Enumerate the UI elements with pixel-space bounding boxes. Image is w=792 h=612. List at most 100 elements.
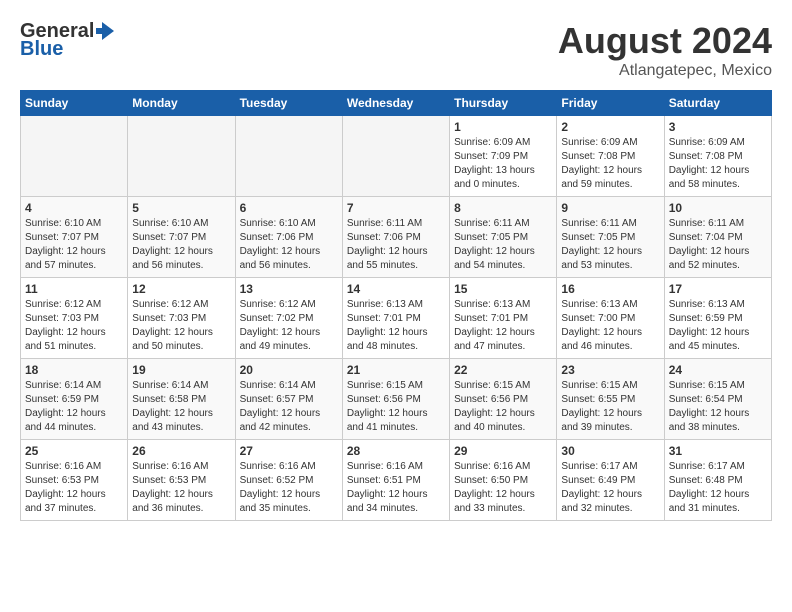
calendar-cell: 6 Sunrise: 6:10 AMSunset: 7:06 PMDaylight… [235,197,342,278]
day-number: 12 [132,282,230,296]
day-info: Sunrise: 6:15 AMSunset: 6:54 PMDaylight:… [669,379,767,435]
day-info: Sunrise: 6:16 AMSunset: 6:51 PMDaylight:… [347,460,445,516]
calendar-week-row: 4 Sunrise: 6:10 AMSunset: 7:07 PMDaylight… [21,197,772,278]
calendar-cell: 25 Sunrise: 6:16 AMSunset: 6:53 PMDayligh… [21,440,128,521]
day-number: 11 [25,282,123,296]
day-number: 31 [669,444,767,458]
day-info: Sunrise: 6:15 AMSunset: 6:56 PMDaylight:… [454,379,552,435]
calendar-cell: 31 Sunrise: 6:17 AMSunset: 6:48 PMDayligh… [664,440,771,521]
calendar-cell: 27 Sunrise: 6:16 AMSunset: 6:52 PMDayligh… [235,440,342,521]
day-number: 26 [132,444,230,458]
weekday-header: Tuesday [235,91,342,116]
calendar-cell: 7 Sunrise: 6:11 AMSunset: 7:06 PMDaylight… [342,197,449,278]
day-number: 25 [25,444,123,458]
calendar-cell: 9Sunrise: 6:11 AMSunset: 7:05 PMDaylight… [557,197,664,278]
day-info: Sunrise: 6:16 AMSunset: 6:53 PMDaylight:… [25,460,123,516]
day-number: 30 [561,444,659,458]
day-info: Sunrise: 6:16 AMSunset: 6:53 PMDaylight:… [132,460,230,516]
day-number: 16 [561,282,659,296]
weekday-header: Friday [557,91,664,116]
calendar-cell: 20Sunrise: 6:14 AMSunset: 6:57 PMDayligh… [235,359,342,440]
day-info: Sunrise: 6:16 AMSunset: 6:50 PMDaylight:… [454,460,552,516]
day-info: Sunrise: 6:10 AMSunset: 7:06 PMDaylight:… [240,217,338,273]
day-number: 7 [347,201,445,215]
day-number: 24 [669,363,767,377]
day-number: 6 [240,201,338,215]
calendar-cell: 11 Sunrise: 6:12 AMSunset: 7:03 PMDayligh… [21,278,128,359]
day-number: 27 [240,444,338,458]
day-info: Sunrise: 6:10 AMSunset: 7:07 PMDaylight:… [132,217,230,273]
day-info: Sunrise: 6:11 AMSunset: 7:04 PMDaylight:… [669,217,767,273]
calendar-cell [342,116,449,197]
day-info: Sunrise: 6:15 AMSunset: 6:56 PMDaylight:… [347,379,445,435]
calendar-cell: 4 Sunrise: 6:10 AMSunset: 7:07 PMDaylight… [21,197,128,278]
calendar-table: SundayMondayTuesdayWednesdayThursdayFrid… [20,90,772,521]
day-info: Sunrise: 6:11 AMSunset: 7:05 PMDaylight:… [454,217,552,273]
calendar-cell: 24 Sunrise: 6:15 AMSunset: 6:54 PMDayligh… [664,359,771,440]
day-number: 23 [561,363,659,377]
calendar-cell: 5 Sunrise: 6:10 AMSunset: 7:07 PMDaylight… [128,197,235,278]
calendar-cell [235,116,342,197]
weekday-header: Monday [128,91,235,116]
day-number: 28 [347,444,445,458]
day-number: 10 [669,201,767,215]
weekday-header: Saturday [664,91,771,116]
calendar-cell: 21 Sunrise: 6:15 AMSunset: 6:56 PMDayligh… [342,359,449,440]
calendar-week-row: 18 Sunrise: 6:14 AMSunset: 6:59 PMDayligh… [21,359,772,440]
day-number: 20 [240,363,338,377]
calendar-cell: 26 Sunrise: 6:16 AMSunset: 6:53 PMDayligh… [128,440,235,521]
calendar-cell: 8 Sunrise: 6:11 AMSunset: 7:05 PMDaylight… [450,197,557,278]
main-title: August 2024 [558,20,772,62]
day-info: Sunrise: 6:17 AMSunset: 6:48 PMDaylight:… [669,460,767,516]
calendar-cell: 19Sunrise: 6:14 AMSunset: 6:58 PMDayligh… [128,359,235,440]
day-info: Sunrise: 6:12 AMSunset: 7:03 PMDaylight:… [25,298,123,354]
calendar-cell: 15Sunrise: 6:13 AMSunset: 7:01 PMDayligh… [450,278,557,359]
day-number: 5 [132,201,230,215]
calendar-cell: 2 Sunrise: 6:09 AMSunset: 7:08 PMDaylight… [557,116,664,197]
day-number: 14 [347,282,445,296]
calendar-cell: 17Sunrise: 6:13 AMSunset: 6:59 PMDayligh… [664,278,771,359]
day-number: 9 [561,201,659,215]
calendar-cell: 29 Sunrise: 6:16 AMSunset: 6:50 PMDayligh… [450,440,557,521]
day-number: 13 [240,282,338,296]
day-number: 2 [561,120,659,134]
day-info: Sunrise: 6:12 AMSunset: 7:02 PMDaylight:… [240,298,338,354]
day-info: Sunrise: 6:09 AMSunset: 7:08 PMDaylight:… [669,136,767,192]
day-info: Sunrise: 6:14 AMSunset: 6:59 PMDaylight:… [25,379,123,435]
calendar-week-row: 11 Sunrise: 6:12 AMSunset: 7:03 PMDayligh… [21,278,772,359]
logo: General Blue [20,20,116,60]
day-number: 4 [25,201,123,215]
day-info: Sunrise: 6:12 AMSunset: 7:03 PMDaylight:… [132,298,230,354]
calendar-cell: 16 Sunrise: 6:13 AMSunset: 7:00 PMDayligh… [557,278,664,359]
calendar-cell: 12 Sunrise: 6:12 AMSunset: 7:03 PMDayligh… [128,278,235,359]
day-number: 29 [454,444,552,458]
day-info: Sunrise: 6:15 AMSunset: 6:55 PMDaylight:… [561,379,659,435]
day-info: Sunrise: 6:17 AMSunset: 6:49 PMDaylight:… [561,460,659,516]
calendar-cell: 10 Sunrise: 6:11 AMSunset: 7:04 PMDayligh… [664,197,771,278]
subtitle: Atlangatepec, Mexico [558,62,772,80]
calendar-header-row: SundayMondayTuesdayWednesdayThursdayFrid… [21,91,772,116]
day-info: Sunrise: 6:09 AMSunset: 7:08 PMDaylight:… [561,136,659,192]
page-header: General Blue August 2024 Atlangatepec, M… [20,20,772,80]
day-number: 3 [669,120,767,134]
day-info: Sunrise: 6:10 AMSunset: 7:07 PMDaylight:… [25,217,123,273]
day-info: Sunrise: 6:13 AMSunset: 6:59 PMDaylight:… [669,298,767,354]
day-number: 18 [25,363,123,377]
calendar-cell [21,116,128,197]
calendar-cell: 3 Sunrise: 6:09 AMSunset: 7:08 PMDaylight… [664,116,771,197]
day-number: 1 [454,120,552,134]
day-info: Sunrise: 6:09 AMSunset: 7:09 PMDaylight:… [454,136,552,192]
day-info: Sunrise: 6:13 AMSunset: 7:00 PMDaylight:… [561,298,659,354]
calendar-cell: 18 Sunrise: 6:14 AMSunset: 6:59 PMDayligh… [21,359,128,440]
day-number: 21 [347,363,445,377]
day-info: Sunrise: 6:11 AMSunset: 7:06 PMDaylight:… [347,217,445,273]
day-number: 22 [454,363,552,377]
day-info: Sunrise: 6:13 AMSunset: 7:01 PMDaylight:… [347,298,445,354]
calendar-cell: 13 Sunrise: 6:12 AMSunset: 7:02 PMDayligh… [235,278,342,359]
day-number: 8 [454,201,552,215]
day-number: 19 [132,363,230,377]
weekday-header: Sunday [21,91,128,116]
title-area: August 2024 Atlangatepec, Mexico [558,20,772,80]
day-info: Sunrise: 6:13 AMSunset: 7:01 PMDaylight:… [454,298,552,354]
day-info: Sunrise: 6:16 AMSunset: 6:52 PMDaylight:… [240,460,338,516]
